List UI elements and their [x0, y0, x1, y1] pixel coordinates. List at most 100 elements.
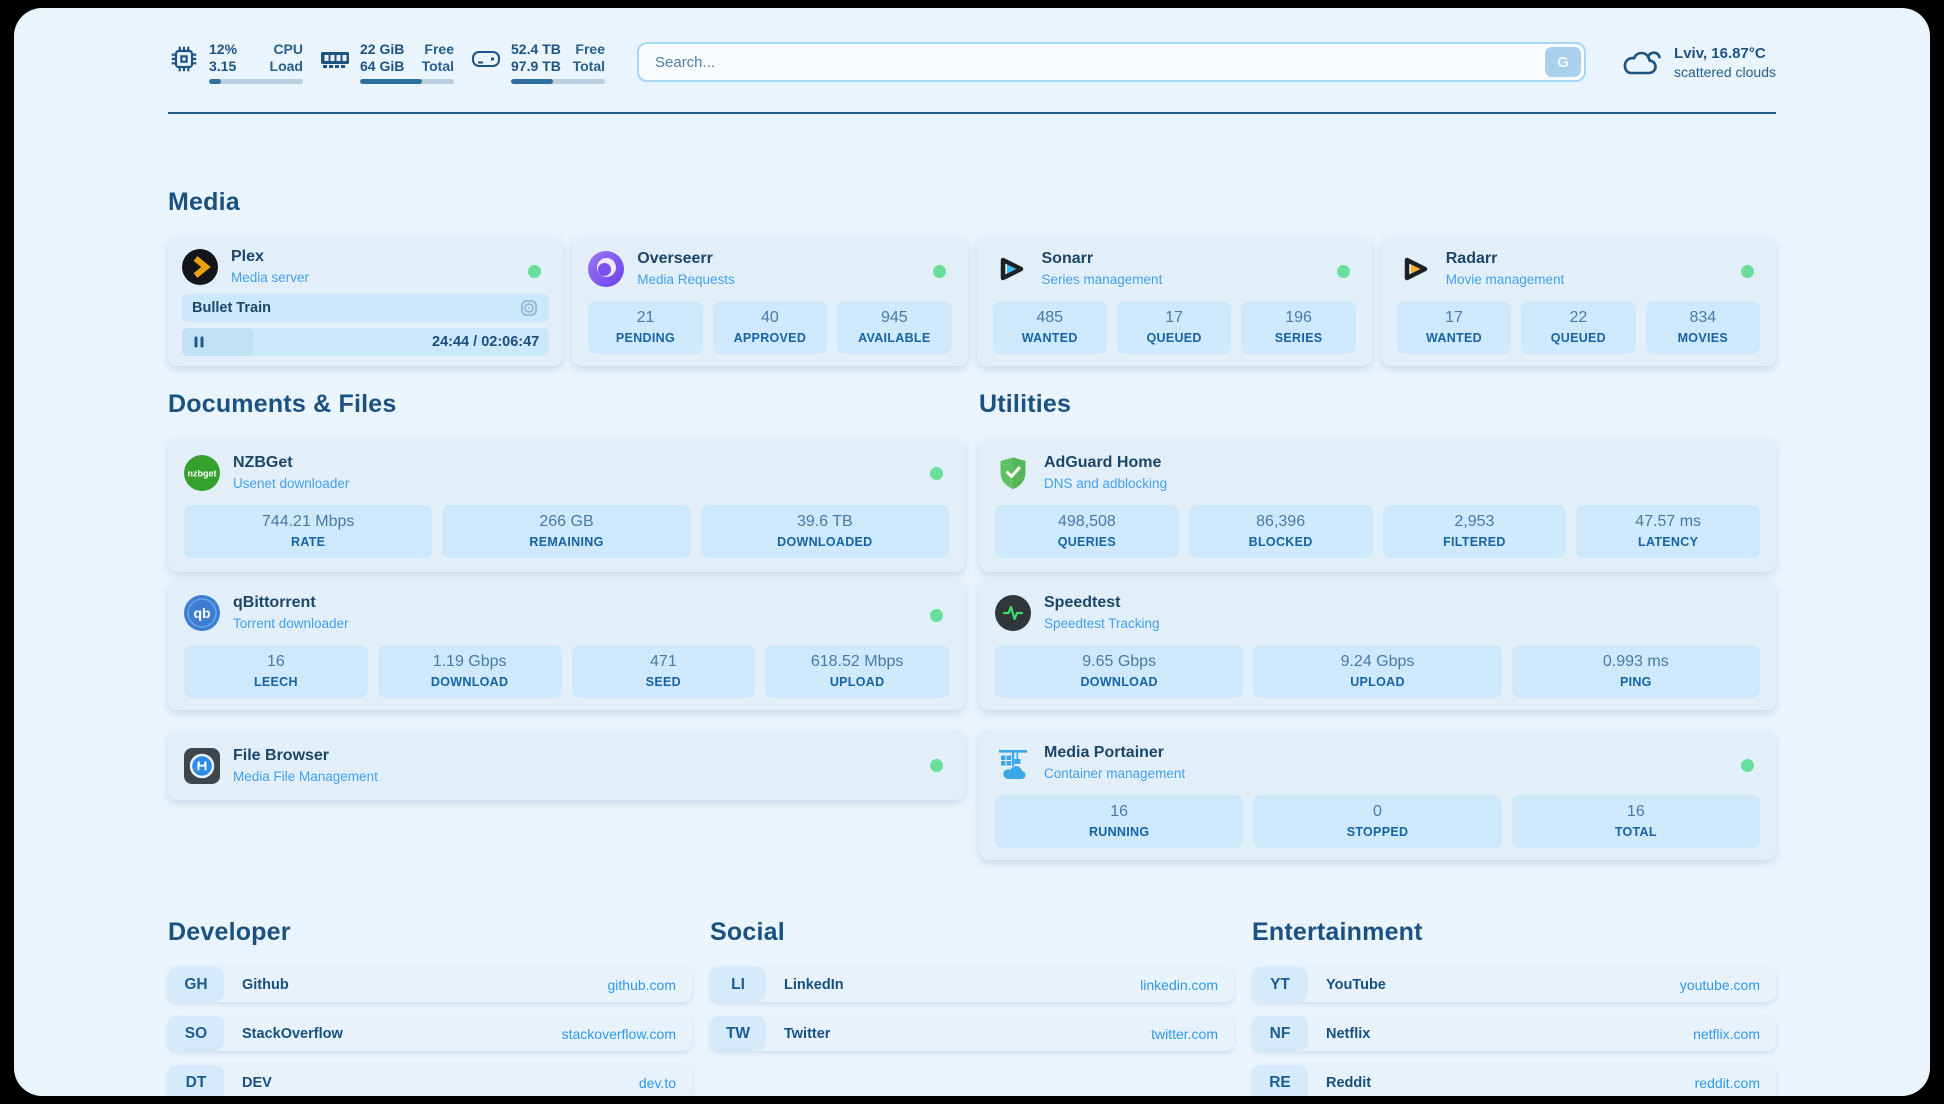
- bookmark-reddit[interactable]: RE Reddit reddit.com: [1252, 1065, 1776, 1096]
- bookmark-url[interactable]: twitter.com: [1151, 1026, 1218, 1042]
- section-entertainment: Entertainment YT YouTube youtube.com NF …: [1252, 918, 1776, 1096]
- service-card-radarr[interactable]: Radarr Movie management 17 WANTED 22 QUE…: [1381, 237, 1776, 366]
- bookmark-abbr: LI: [710, 967, 766, 1002]
- stat-value: 498,508: [999, 512, 1175, 532]
- stat-label: MOVIES: [1650, 330, 1756, 346]
- bookmark-abbr: YT: [1252, 967, 1308, 1002]
- stat-value: 16: [999, 802, 1239, 822]
- top-bar: 12% 3.15 CPU Load: [168, 38, 1776, 86]
- service-title: Media Portainer: [1044, 743, 1185, 763]
- bookmark-netflix[interactable]: NF Netflix netflix.com: [1252, 1016, 1776, 1051]
- service-title: Speedtest: [1044, 593, 1160, 613]
- bookmark-stackoverflow[interactable]: SO StackOverflow stackoverflow.com: [168, 1016, 692, 1051]
- now-playing-title-bar: Bullet Train: [182, 294, 549, 322]
- cpu-progress-track: [209, 79, 303, 84]
- stat-latency: 47.57 ms LATENCY: [1576, 505, 1760, 558]
- service-subtitle: Torrent downloader: [233, 615, 349, 632]
- plex-icon: [182, 249, 218, 285]
- section-title-documents: Documents & Files: [168, 390, 965, 419]
- service-card-nzbget[interactable]: nzbget NZBGet Usenet downloader 744.21 M…: [168, 439, 965, 572]
- stat-blocked: 86,396 BLOCKED: [1189, 505, 1373, 558]
- bookmark-linkedin[interactable]: LI LinkedIn linkedin.com: [710, 967, 1234, 1002]
- bookmark-url[interactable]: github.com: [608, 977, 676, 993]
- memory-labels: Free Total: [422, 41, 454, 75]
- service-card-speedtest[interactable]: Speedtest Speedtest Tracking 9.65 Gbps D…: [979, 581, 1776, 710]
- cpu-labels: CPU Load: [270, 41, 303, 75]
- status-dot: [930, 467, 943, 480]
- service-card-qbittorrent[interactable]: qb qBittorrent Torrent downloader 16 LEE…: [168, 581, 965, 710]
- media-view-icon[interactable]: [519, 298, 539, 318]
- memory-progress-track: [360, 79, 454, 84]
- stat-value: 9.65 Gbps: [999, 652, 1239, 672]
- qbittorrent-icon: qb: [184, 595, 220, 631]
- search-input[interactable]: [637, 42, 1586, 82]
- service-subtitle: Media File Management: [233, 768, 378, 785]
- bookmark-twitter[interactable]: TW Twitter twitter.com: [710, 1016, 1234, 1051]
- section-developer: Developer GH Github github.com SO StackO…: [168, 918, 692, 1096]
- radarr-icon: [1397, 251, 1433, 287]
- stat-label: RATE: [188, 534, 428, 550]
- service-card-sonarr[interactable]: Sonarr Series management 485 WANTED 17 Q…: [977, 237, 1372, 366]
- now-playing-title: Bullet Train: [192, 300, 271, 316]
- stat-download: 9.65 Gbps DOWNLOAD: [995, 645, 1243, 698]
- bookmark-url[interactable]: reddit.com: [1695, 1075, 1760, 1091]
- stat-upload: 9.24 Gbps UPLOAD: [1253, 645, 1501, 698]
- sonarr-icon: [993, 251, 1029, 287]
- stat-label: DOWNLOAD: [999, 674, 1239, 690]
- now-playing-progress-bar[interactable]: 24:44 / 02:06:47: [182, 328, 549, 356]
- stat-label: FILTERED: [1387, 534, 1563, 550]
- search-engine-button[interactable]: G: [1545, 47, 1581, 77]
- section-title-social: Social: [710, 918, 1234, 947]
- status-dot: [930, 609, 943, 622]
- service-card-portainer[interactable]: Media Portainer Container management 16 …: [979, 731, 1776, 860]
- bookmark-url[interactable]: dev.to: [639, 1075, 676, 1091]
- weather-widget: Lviv, 16.87°C scattered clouds: [1616, 44, 1776, 81]
- service-card-filebrowser[interactable]: File Browser Media File Management: [168, 731, 965, 800]
- disk-progress-track: [511, 79, 605, 84]
- stat-value: 86,396: [1193, 512, 1369, 532]
- bookmark-abbr: RE: [1252, 1065, 1308, 1096]
- service-subtitle: Media Requests: [637, 271, 735, 288]
- disk-values: 52.4 TB 97.9 TB: [511, 41, 561, 75]
- stat-value: 471: [576, 652, 752, 672]
- stat-value: 0.993 ms: [1516, 652, 1756, 672]
- stat-value: 17: [1121, 308, 1227, 328]
- section-title-entertainment: Entertainment: [1252, 918, 1776, 947]
- bookmark-url[interactable]: stackoverflow.com: [562, 1026, 676, 1042]
- stat-label: DOWNLOADED: [705, 534, 945, 550]
- stat-value: 22: [1525, 308, 1631, 328]
- section-title-utilities: Utilities: [979, 390, 1776, 419]
- bookmark-url[interactable]: youtube.com: [1680, 977, 1760, 993]
- bookmark-github[interactable]: GH Github github.com: [168, 967, 692, 1002]
- weather-location-temp: Lviv, 16.87°C: [1674, 44, 1776, 63]
- stat-series: 196 SERIES: [1241, 301, 1355, 354]
- bookmark-url[interactable]: linkedin.com: [1140, 977, 1218, 993]
- stat-value: 47.57 ms: [1580, 512, 1756, 532]
- service-title: AdGuard Home: [1044, 453, 1167, 473]
- stat-label: UPLOAD: [1257, 674, 1497, 690]
- pause-icon[interactable]: [192, 335, 206, 349]
- stat-queries: 498,508 QUERIES: [995, 505, 1179, 558]
- bookmark-youtube[interactable]: YT YouTube youtube.com: [1252, 967, 1776, 1002]
- status-dot: [930, 759, 943, 772]
- stat-label: APPROVED: [717, 330, 823, 346]
- service-card-plex[interactable]: Plex Media server Bullet Train: [168, 237, 563, 366]
- status-dot: [1741, 759, 1754, 772]
- bookmark-url[interactable]: netflix.com: [1693, 1026, 1760, 1042]
- bookmark-name: DEV: [242, 1075, 272, 1091]
- bookmark-dev[interactable]: DT DEV dev.to: [168, 1065, 692, 1096]
- overseerr-icon: [588, 251, 624, 287]
- memory-progress-fill: [360, 79, 422, 84]
- stat-queued: 17 QUEUED: [1117, 301, 1231, 354]
- bookmark-abbr: SO: [168, 1016, 224, 1051]
- service-title: Overseerr: [637, 249, 735, 269]
- service-card-overseerr[interactable]: Overseerr Media Requests 21 PENDING 40 A…: [572, 237, 967, 366]
- scattered-clouds-icon: [1616, 44, 1662, 80]
- service-card-adguard[interactable]: AdGuard Home DNS and adblocking 498,508 …: [979, 439, 1776, 572]
- topbar-separator: [168, 112, 1776, 114]
- stat-ping: 0.993 ms PING: [1512, 645, 1760, 698]
- stat-label: QUEUED: [1525, 330, 1631, 346]
- stat-value: 266 GB: [446, 512, 686, 532]
- stat-label: STOPPED: [1257, 824, 1497, 840]
- service-subtitle: Media server: [231, 269, 309, 286]
